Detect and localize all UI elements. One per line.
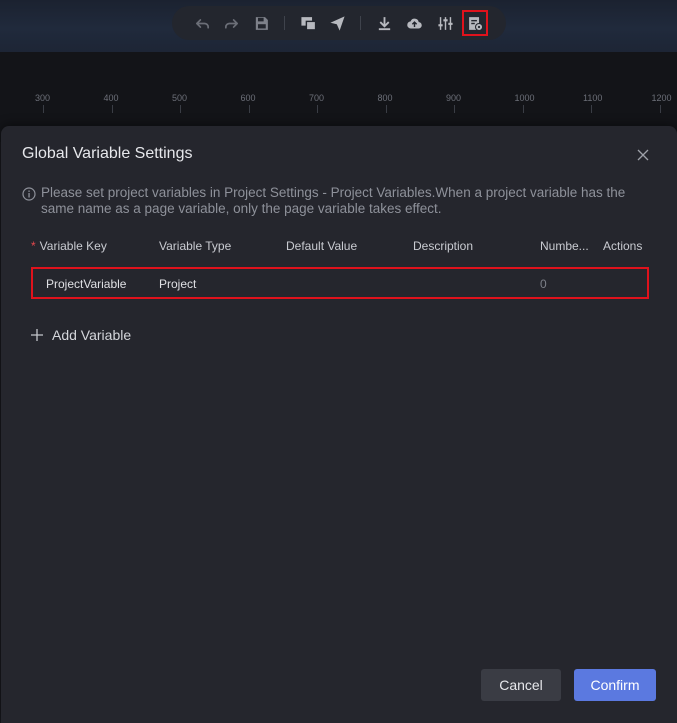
add-variable-label: Add Variable <box>52 327 132 343</box>
ruler-tick-label: 700 <box>309 93 325 103</box>
ruler-tick-label: 400 <box>103 93 119 103</box>
redo-icon <box>224 18 238 29</box>
ruler-tick-label: 500 <box>172 93 188 103</box>
download-button[interactable] <box>372 11 396 35</box>
ruler-tick <box>591 105 592 113</box>
ruler-tick-label: 1200 <box>651 93 672 103</box>
ruler-tick <box>385 105 387 113</box>
ruler-tick <box>659 105 661 113</box>
column-header-variable-type: Variable Type <box>159 239 232 253</box>
ruler-tick <box>180 105 181 113</box>
publish-button[interactable] <box>325 11 349 35</box>
ruler-tick <box>43 105 44 113</box>
cell-variable-type: Project <box>159 277 197 291</box>
undo-icon <box>195 18 209 29</box>
undo-button[interactable] <box>190 11 214 35</box>
editor-toolbar <box>172 6 506 40</box>
close-icon <box>637 149 649 161</box>
ruler-tick-label: 1100 <box>583 93 603 103</box>
close-button[interactable] <box>633 145 653 165</box>
cell-variable-key: ProjectVariable <box>46 277 127 291</box>
ruler-tick <box>111 105 113 113</box>
save-icon <box>255 16 268 30</box>
cell-number: 0 <box>540 277 547 291</box>
ruler-tick <box>248 105 250 113</box>
column-header-actions: Actions <box>603 239 643 253</box>
preview-icon <box>300 16 316 31</box>
global-variables-button[interactable] <box>462 10 488 36</box>
adjust-settings-button[interactable] <box>433 11 457 35</box>
required-mark: * <box>31 239 36 253</box>
toolbar-divider <box>284 16 285 30</box>
ruler-tick-label: 600 <box>240 93 256 103</box>
confirm-button[interactable]: Confirm <box>574 669 656 701</box>
ruler-tick <box>454 105 455 113</box>
table-row[interactable]: ProjectVariable Project 0 <box>31 267 649 299</box>
column-header-variable-key: * Variable Key <box>31 239 107 253</box>
upload-cloud-icon <box>406 18 422 28</box>
column-header-number: Numbe... <box>540 239 589 253</box>
dialog-title: Global Variable Settings <box>22 145 193 162</box>
ruler-tick <box>522 105 524 113</box>
column-header-default-value: Default Value <box>286 239 358 253</box>
ruler-tick-label: 300 <box>35 93 51 103</box>
upload-button[interactable] <box>402 11 426 35</box>
save-button[interactable] <box>249 11 273 35</box>
info-icon <box>22 187 36 201</box>
global-variables-icon <box>468 16 483 31</box>
ruler-tick <box>317 105 318 113</box>
ruler-tick-label: 800 <box>377 93 393 103</box>
info-text: Please set project variables in Project … <box>41 185 626 216</box>
ruler-tick-label: 1000 <box>514 93 535 103</box>
add-variable-button[interactable]: Add Variable <box>30 326 131 344</box>
column-label: Variable Key <box>39 239 107 253</box>
publish-icon <box>329 15 345 31</box>
preview-button[interactable] <box>296 11 320 35</box>
table-header: * Variable Key Variable Type Default Valu… <box>31 239 649 255</box>
settings-sliders-icon <box>437 16 453 30</box>
column-header-description: Description <box>413 239 474 253</box>
ruler-tick-label: 900 <box>446 93 462 103</box>
redo-button[interactable] <box>219 11 243 35</box>
download-icon <box>378 16 390 30</box>
toolbar-divider <box>360 16 361 30</box>
cancel-button[interactable]: Cancel <box>481 669 561 701</box>
global-variable-dialog: Global Variable Settings Please set proj… <box>1 126 677 723</box>
plus-icon <box>31 329 43 341</box>
horizontal-ruler: 300 400 500 600 700 800 900 1000 1100 1200 <box>0 88 677 118</box>
